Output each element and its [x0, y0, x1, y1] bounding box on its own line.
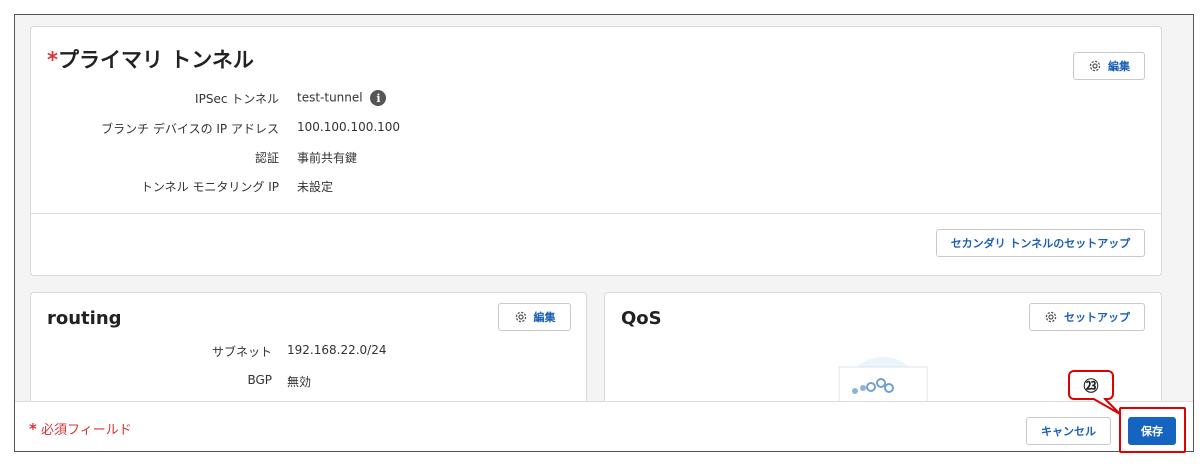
field-value: 100.100.100.100: [297, 120, 401, 134]
routing-edit-button[interactable]: 編集: [498, 303, 571, 331]
field-value: 事前共有鍵: [297, 151, 358, 165]
setup-label: セットアップ: [1064, 311, 1130, 324]
field-row-subnet: サブネット 192.168.22.0/24: [31, 343, 431, 363]
card-divider: [31, 213, 1161, 214]
qos-title: QoS: [621, 308, 662, 329]
required-text: 必須フィールド: [41, 423, 132, 438]
footer-bar: * 必須フィールド キャンセル 保存: [15, 401, 1193, 451]
gear-icon: [1044, 310, 1058, 324]
gear-icon: [514, 310, 528, 324]
save-highlight-box: [1119, 407, 1186, 453]
qos-setup-button[interactable]: セットアップ: [1029, 303, 1145, 331]
routing-title: routing: [47, 308, 122, 329]
field-value: 無効: [287, 375, 312, 389]
ipsec-tunnel-value: test-tunnel: [297, 90, 363, 105]
gear-icon: [1088, 59, 1102, 73]
secondary-tunnel-setup-button[interactable]: セカンダリ トンネルのセットアップ: [936, 229, 1145, 257]
field-row-ipsec-tunnel: IPSec トンネル test-tunnel i: [31, 90, 631, 110]
step-callout: ㉓: [1068, 370, 1114, 400]
field-row-monitoring-ip: トンネル モニタリング IP 未設定: [31, 178, 631, 198]
primary-tunnel-card: *プライマリ トンネル 編集 IPSec トンネル test-tunnel i …: [30, 26, 1162, 276]
callout-pointer: [1091, 398, 1121, 415]
edit-label: 編集: [533, 311, 556, 324]
page-title: *プライマリ トンネル: [47, 44, 254, 74]
field-row-bgp: BGP 無効: [31, 373, 431, 393]
field-value: test-tunnel i: [297, 90, 387, 106]
required-star: *: [29, 420, 37, 438]
primary-tunnel-title: プライマリ トンネル: [57, 48, 254, 72]
field-value: 未設定: [297, 180, 334, 194]
app-frame: *プライマリ トンネル 編集 IPSec トンネル test-tunnel i …: [14, 14, 1194, 452]
primary-edit-button[interactable]: 編集: [1073, 52, 1145, 80]
required-mark: *: [47, 48, 58, 72]
info-icon[interactable]: i: [370, 90, 387, 106]
required-field-note: * 必須フィールド: [29, 419, 132, 438]
field-label: サブネット: [211, 345, 272, 359]
edit-label: 編集: [1108, 60, 1130, 73]
field-row-auth: 認証 事前共有鍵: [31, 149, 631, 169]
field-value: 192.168.22.0/24: [287, 343, 387, 357]
cancel-button[interactable]: キャンセル: [1026, 417, 1111, 445]
field-label: ブランチ デバイスの IP アドレス: [101, 122, 279, 136]
field-row-branch-ip: ブランチ デバイスの IP アドレス 100.100.100.100: [31, 120, 631, 140]
field-label: 認証: [254, 151, 279, 165]
field-label: トンネル モニタリング IP: [140, 180, 279, 194]
secondary-setup-label: セカンダリ トンネルのセットアップ: [950, 237, 1131, 250]
field-label: IPSec トンネル: [195, 92, 279, 106]
field-label: BGP: [247, 373, 272, 387]
